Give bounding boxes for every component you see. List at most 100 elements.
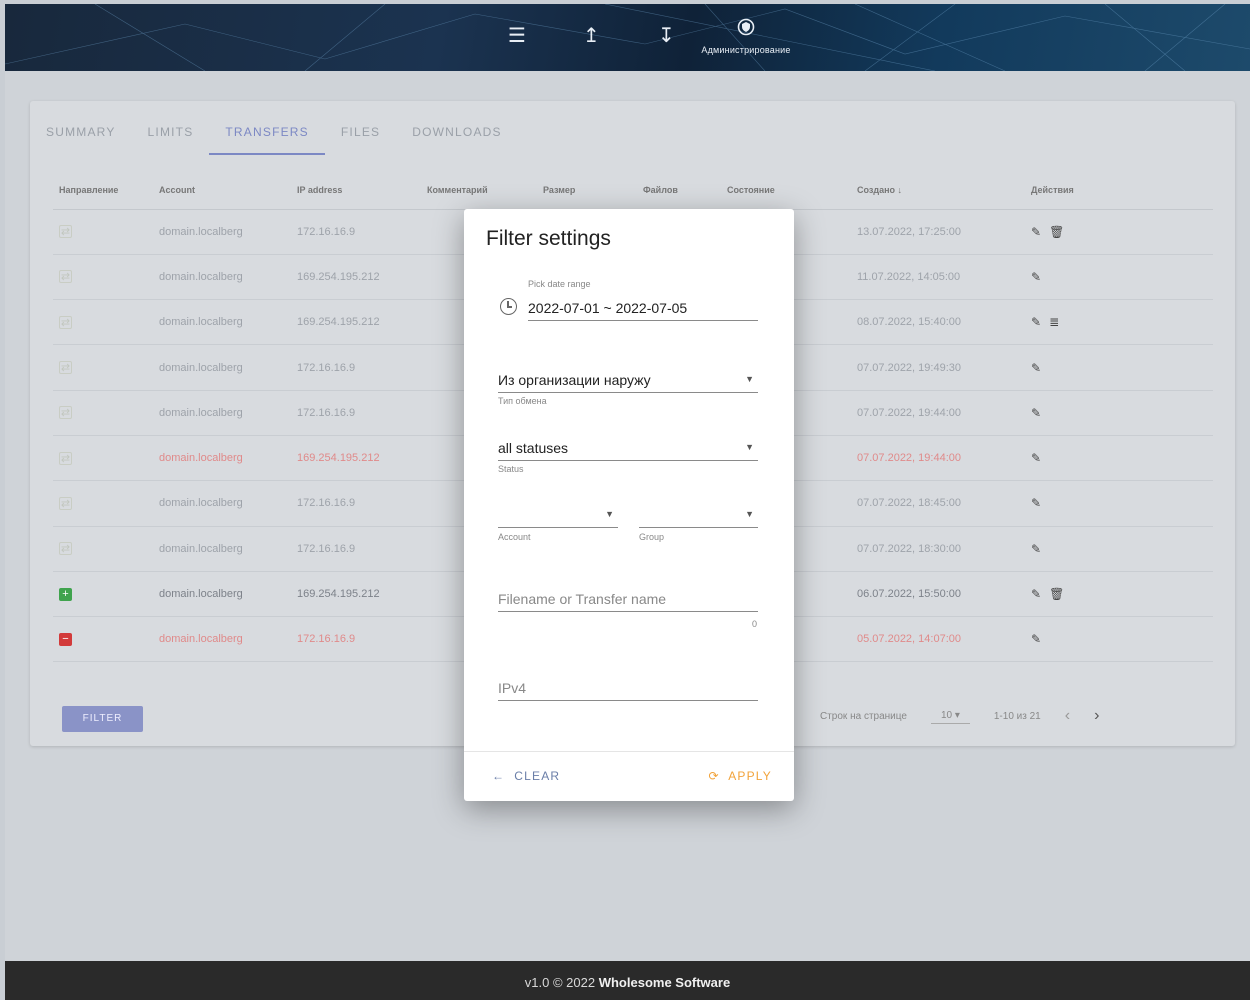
refresh-icon: ⟳	[708, 769, 720, 783]
cell-created: 07.07.2022, 18:30:00	[851, 526, 1025, 572]
edit-icon[interactable]: ✎	[1031, 632, 1041, 646]
col-account[interactable]: Account	[153, 171, 291, 210]
cell-ip: 169.254.195.212	[291, 254, 421, 301]
date-range-field[interactable]: 2022-07-01 ~ 2022-07-05	[528, 291, 758, 321]
cell-ip: 169.254.195.212	[291, 435, 421, 482]
col-state[interactable]: Состояние	[721, 171, 851, 210]
cell-account: domain.localberg	[153, 480, 291, 527]
cell-ip: 172.16.16.9	[291, 616, 421, 663]
filter-settings-dialog: Filter settings Pick date range 2022-07-…	[464, 209, 794, 801]
col-ip[interactable]: IP address	[291, 171, 421, 210]
cell-direction: ⇄	[53, 526, 153, 572]
cell-actions: ✎	[1025, 254, 1213, 301]
direction-icon: ⇄	[59, 361, 72, 375]
dialog-divider	[464, 751, 794, 752]
delete-icon[interactable]: 🗑	[1049, 587, 1064, 601]
date-range-label: Pick date range	[528, 279, 591, 289]
edit-icon[interactable]: ✎	[1031, 225, 1041, 239]
filename-placeholder: Filename or Transfer name	[498, 591, 667, 607]
edit-icon[interactable]: ✎	[1031, 406, 1041, 420]
rows-per-page-select[interactable]: 10 ▾	[930, 708, 970, 724]
account-select[interactable]: ▼	[498, 501, 618, 528]
edit-icon[interactable]: ✎	[1031, 270, 1041, 284]
tab-limits[interactable]: LIMITS	[132, 115, 210, 155]
group-select[interactable]: ▼	[639, 501, 758, 528]
edit-icon[interactable]: ✎	[1031, 542, 1041, 556]
col-files[interactable]: Файлов	[637, 171, 721, 210]
col-direction[interactable]: Направление	[53, 171, 153, 210]
clear-label: CLEAR	[514, 769, 561, 783]
tab-downloads[interactable]: DOWNLOADS	[396, 115, 517, 155]
cell-direction: +	[53, 571, 153, 618]
cell-actions: ✎	[1025, 480, 1213, 527]
col-created[interactable]: Создано ↓	[851, 171, 1025, 210]
admin-label: Администрирование	[701, 45, 791, 55]
cell-actions: ✎	[1025, 344, 1213, 391]
col-comment[interactable]: Комментарий	[421, 171, 537, 210]
group-help: Group	[639, 532, 665, 542]
cell-ip: 172.16.16.9	[291, 480, 421, 527]
cell-account: domain.localberg	[153, 254, 291, 301]
list-icon[interactable]: ☰	[508, 26, 526, 46]
filter-button[interactable]: FILTER	[62, 706, 143, 732]
cell-actions: ✎	[1025, 526, 1213, 572]
cell-direction: ⇄	[53, 390, 153, 436]
cell-actions: ✎	[1025, 435, 1213, 482]
list-icon[interactable]: ≣	[1049, 315, 1059, 329]
direction-icon: ⇄	[59, 496, 72, 510]
edit-icon[interactable]: ✎	[1031, 361, 1041, 375]
chevron-down-icon: ▼	[745, 442, 754, 452]
cell-account: domain.localberg	[153, 526, 291, 572]
filename-input[interactable]: Filename or Transfer name	[498, 585, 758, 612]
delete-icon[interactable]: 🗑	[1049, 225, 1064, 239]
status-select[interactable]: all statuses ▼	[498, 434, 758, 461]
edit-icon[interactable]: ✎	[1031, 451, 1041, 465]
exchange-type-select[interactable]: Из организации наружу ▼	[498, 366, 758, 393]
upload-icon[interactable]: ↥	[583, 26, 600, 46]
cell-direction: −	[53, 616, 153, 663]
apply-button[interactable]: ⟳ APPLY	[709, 769, 772, 783]
page-range: 1-10 из 21	[993, 710, 1041, 722]
edit-icon[interactable]: ✎	[1031, 587, 1041, 601]
admin-nav[interactable]: Администрирование	[681, 18, 811, 55]
cell-ip: 172.16.16.9	[291, 344, 421, 391]
date-range-value: 2022-07-01 ~ 2022-07-05	[528, 300, 688, 316]
cell-actions: ✎ ≣	[1025, 299, 1213, 346]
cell-created: 11.07.2022, 14:05:00	[851, 254, 1025, 301]
col-size[interactable]: Размер	[537, 171, 637, 210]
direction-icon: ⇄	[59, 406, 72, 420]
cell-created: 08.07.2022, 15:40:00	[851, 299, 1025, 346]
tab-summary[interactable]: SUMMARY	[30, 115, 132, 155]
cell-ip: 169.254.195.212	[291, 571, 421, 618]
cell-created: 06.07.2022, 15:50:00	[851, 571, 1025, 618]
tab-transfers[interactable]: TRANSFERS	[209, 115, 325, 155]
next-page-icon[interactable]: ›	[1094, 707, 1099, 725]
cell-actions: ✎	[1025, 616, 1213, 663]
edit-icon[interactable]: ✎	[1031, 315, 1041, 329]
ipv4-placeholder: IPv4	[498, 680, 527, 696]
edit-icon[interactable]: ✎	[1031, 496, 1041, 510]
ipv4-input[interactable]: IPv4	[498, 674, 758, 701]
col-actions: Действия	[1025, 171, 1213, 210]
tab-bar: SUMMARY LIMITS TRANSFERS FILES DOWNLOADS	[30, 115, 518, 155]
pagination: Строк на странице 10 ▾ 1-10 из 21 ‹ ›	[820, 707, 1099, 725]
clear-button[interactable]: ← CLEAR	[492, 769, 560, 783]
direction-icon: ⇄	[59, 315, 72, 329]
cell-account: domain.localberg	[153, 435, 291, 482]
cell-created: 07.07.2022, 19:44:00	[851, 435, 1025, 482]
direction-icon: ⇄	[59, 542, 72, 556]
chevron-down-icon: ▼	[605, 509, 614, 519]
cell-direction: ⇄	[53, 209, 153, 255]
direction-icon: −	[59, 632, 72, 646]
tab-files[interactable]: FILES	[325, 115, 396, 155]
cell-account: domain.localberg	[153, 209, 291, 255]
cell-created: 13.07.2022, 17:25:00	[851, 209, 1025, 255]
cell-direction: ⇄	[53, 435, 153, 482]
download-icon[interactable]: ↧	[658, 26, 675, 46]
cell-account: domain.localberg	[153, 390, 291, 436]
cell-account: domain.localberg	[153, 344, 291, 391]
prev-page-icon[interactable]: ‹	[1065, 707, 1070, 725]
cell-account: domain.localberg	[153, 571, 291, 618]
chevron-down-icon: ▼	[745, 509, 754, 519]
rows-per-page-label: Строк на странице	[820, 710, 907, 722]
